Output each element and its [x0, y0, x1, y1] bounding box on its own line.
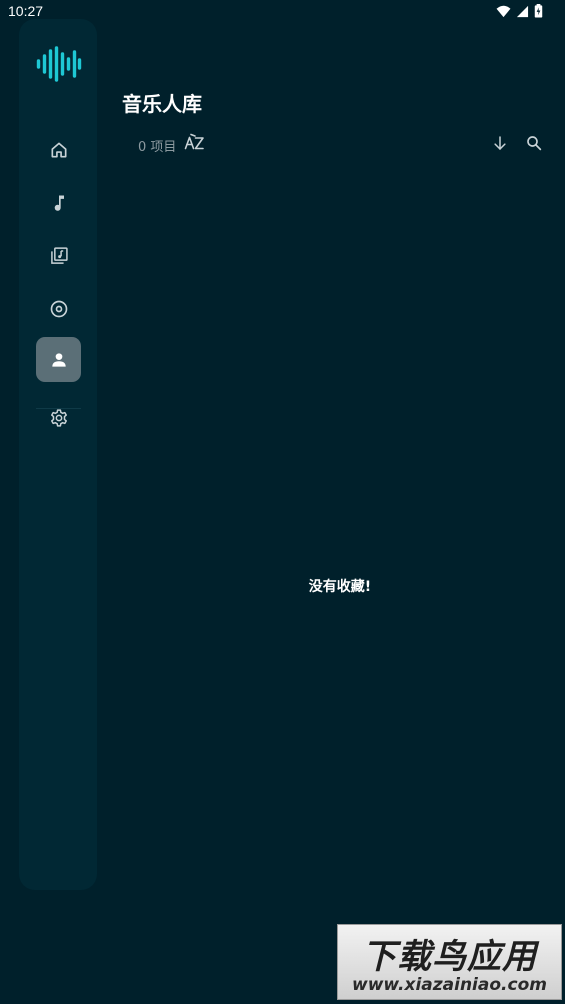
- search-button[interactable]: [524, 133, 544, 153]
- person-icon: [51, 352, 66, 367]
- watermark-logo: 下载鸟应用 www.xiazainiao.com: [337, 924, 562, 1000]
- nav-item-home[interactable]: [36, 127, 81, 172]
- waveform-logo: [36, 46, 82, 82]
- album-library-icon: [50, 246, 68, 264]
- empty-state-message: 没有收藏!: [308, 579, 372, 595]
- sort-az-button[interactable]: [184, 133, 206, 153]
- watermark-title: 下载鸟应用: [362, 937, 537, 977]
- signal-icon: [516, 5, 529, 17]
- music-note-icon: [54, 195, 64, 211]
- sort-direction-button[interactable]: [490, 133, 510, 153]
- status-time: 10:27: [8, 3, 44, 19]
- nav-rail: [19, 19, 97, 890]
- home-icon: [51, 142, 66, 157]
- watermark-url: www.xiazainiao.com: [352, 975, 547, 995]
- battery-icon: [534, 4, 543, 18]
- nav-item-artists[interactable]: [36, 337, 81, 382]
- nav-item-albums[interactable]: [36, 233, 81, 278]
- search-icon: [527, 136, 542, 151]
- gear-icon: [50, 408, 67, 427]
- nav-item-settings[interactable]: [36, 395, 81, 440]
- arrow-down-icon: [494, 136, 506, 150]
- page-title: 音乐人库: [122, 92, 202, 116]
- nav-item-discs[interactable]: [36, 286, 81, 331]
- sort-az-icon: [184, 133, 204, 150]
- disc-icon: [50, 300, 67, 317]
- wifi-icon: [496, 5, 511, 17]
- item-count: 0 项目: [138, 140, 177, 155]
- status-icons: [496, 4, 543, 18]
- nav-item-songs[interactable]: [36, 180, 81, 225]
